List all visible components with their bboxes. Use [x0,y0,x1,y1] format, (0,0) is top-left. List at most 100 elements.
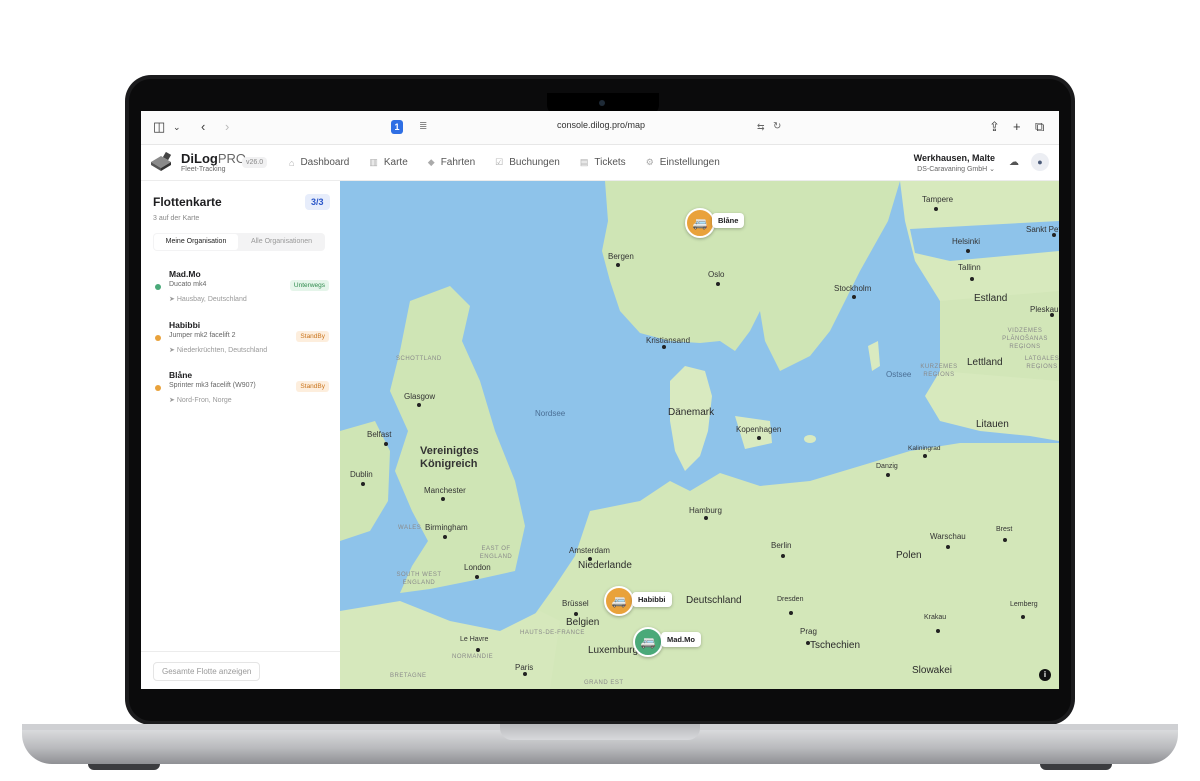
city-dot [662,345,666,349]
brand-name[interactable]: DiLogPRO [181,151,246,166]
status-dot [155,284,161,290]
bus-icon: 🚐 [692,216,708,230]
vehicle-count-badge: 3/3 [305,194,330,210]
nav-buchungen[interactable]: ☑ Buchungen [495,157,560,168]
status-dot [155,385,161,391]
city-dot [523,672,527,676]
vehicle-model: Sprinter mk3 facelift (W907) [169,382,256,389]
marker-label[interactable]: Habibbi [632,592,672,607]
label-city: Krakau [924,614,947,621]
vehicle-item-habibbi[interactable]: Habibbi Jumper mk2 facelift 2 ➤ Niederkr… [153,320,329,360]
location-arrow-icon: ➤ [169,296,175,303]
avatar[interactable]: ● [1031,153,1049,171]
chevron-down-icon[interactable]: ⌄ [173,119,181,135]
label-city: Sankt Pet [1026,225,1059,234]
laptop-foot-left [88,764,160,770]
city-dot [946,545,950,549]
map-icon: ▥ [369,157,378,167]
label-country: Litauen [976,419,1009,430]
marker-label[interactable]: Mad.Mo [661,632,701,647]
reload-icon[interactable]: ↻ [773,119,781,135]
tabs-overview-icon[interactable]: ⧉ [1035,119,1044,135]
label-city: Lemberg [1010,601,1038,608]
label-city: Kristiansand [646,336,691,345]
fleet-map[interactable]: Nordsee Ostsee Dänemark Vereinigtes Köni… [340,181,1059,689]
marker-blane[interactable]: 🚐 [685,208,715,238]
map-canvas [340,181,1059,689]
nav-dashboard[interactable]: ⌂ Dashboard [289,157,349,168]
vehicle-item-madmo[interactable]: Mad.Mo Ducato mk4 ➤ Hausbay, Deutschland… [153,269,329,309]
city-dot [936,629,940,633]
city-dot [1021,615,1025,619]
nav-einstellungen[interactable]: ⚙ Einstellungen [646,157,720,168]
camera-icon [599,100,605,106]
sidebar-toggle-icon[interactable]: ◫ [153,119,165,135]
show-full-fleet-button[interactable]: Gesamte Flotte anzeigen [153,662,261,681]
label-city: Birmingham [425,523,468,532]
city-dot [970,277,974,281]
city-dot [789,611,793,615]
label-country: Lettland [967,357,1003,368]
city-dot [852,295,856,299]
user-name[interactable]: Werkhausen, Malte [914,153,995,163]
sidebar: Flottenkarte 3/3 3 auf der Karte Meine O… [141,181,341,689]
marker-label[interactable]: Blåne [712,213,745,228]
city-dot [704,516,708,520]
city-dot [443,535,447,539]
booking-icon: ☑ [495,157,504,167]
city-dot [361,482,365,486]
page-title: Flottenkarte [153,195,222,209]
status-badge: Unterwegs [289,280,329,291]
label-city: Dublin [350,470,373,479]
label-region: KURZEMES REĢIONS [920,364,958,378]
label-city: Amsterdam [569,546,610,555]
share-icon[interactable]: ⇪ [989,119,1000,135]
label-country: Niederlande [578,560,632,571]
vehicle-item-blane[interactable]: Blåne Sprinter mk3 facelift (W907) ➤ Nor… [153,370,329,410]
screen: ◫ ⌄ ‹ › 1 ≣ console.dilog.pro/map ⇆ ↻ ⇪ … [141,111,1059,689]
nav-tickets[interactable]: ▤ Tickets [580,157,626,168]
map-attribution-info-icon[interactable]: i [1039,669,1051,681]
city-dot [574,612,578,616]
new-tab-icon[interactable]: + [1013,119,1021,135]
browser-toolbar: ◫ ⌄ ‹ › 1 ≣ console.dilog.pro/map ⇆ ↻ ⇪ … [141,111,1059,145]
city-dot [616,263,620,267]
reader-icon[interactable]: ≣ [419,119,427,135]
label-country: Dänemark [668,407,715,418]
vehicle-location: ➤ Nord-Fron, Norge [169,397,232,404]
label-country: Slowakei [912,665,953,676]
tab-all-organizations[interactable]: Alle Organisationen [239,234,324,250]
laptop-base-groove [500,724,700,740]
label-city: Hamburg [689,506,722,515]
translate-icon[interactable]: ⇆ [757,119,765,135]
sidebar-footer: Gesamte Flotte anzeigen [141,651,340,689]
nav-fahrten[interactable]: ◆ Fahrten [428,157,475,168]
app-header: DiLogPRO Fleet-Tracking v26.0 ⌂ Dashboard… [141,145,1059,181]
version-badge: v26.0 [242,157,268,168]
back-icon[interactable]: ‹ [201,119,205,135]
label-region: SCHOTTLAND [396,356,442,362]
city-dot [716,282,720,286]
cloud-icon[interactable]: ☁ [1009,157,1019,168]
tab-own-organization[interactable]: Meine Organisation [154,234,238,250]
city-dot [417,403,421,407]
label-region: BRETAGNE [390,673,427,679]
label-region: GRAND EST [584,680,624,686]
forward-icon[interactable]: › [225,119,229,135]
label-country: Polen [896,550,922,561]
bus-icon: 🚐 [611,594,627,608]
url-field[interactable]: console.dilog.pro/map [481,120,721,130]
nav-karte[interactable]: ▥ Karte [369,157,407,168]
label-country: Tschechien [810,640,861,651]
label-country: Vereinigtes Königreich [420,445,479,470]
password-manager-icon[interactable]: 1 [391,120,403,134]
label-city: Brüssel [562,599,589,608]
vehicle-model: Ducato mk4 [169,281,207,288]
gear-icon: ⚙ [645,157,654,167]
label-region: SOUTH WEST ENGLAND [396,572,442,586]
organization-selector[interactable]: DS-Caravaning GmbH ⌄ [917,165,995,173]
marker-madmo[interactable]: 🚐 [633,627,663,657]
marker-habibbi[interactable]: 🚐 [604,586,634,616]
route-icon: ◆ [427,157,435,167]
status-badge: StandBy [296,331,329,342]
